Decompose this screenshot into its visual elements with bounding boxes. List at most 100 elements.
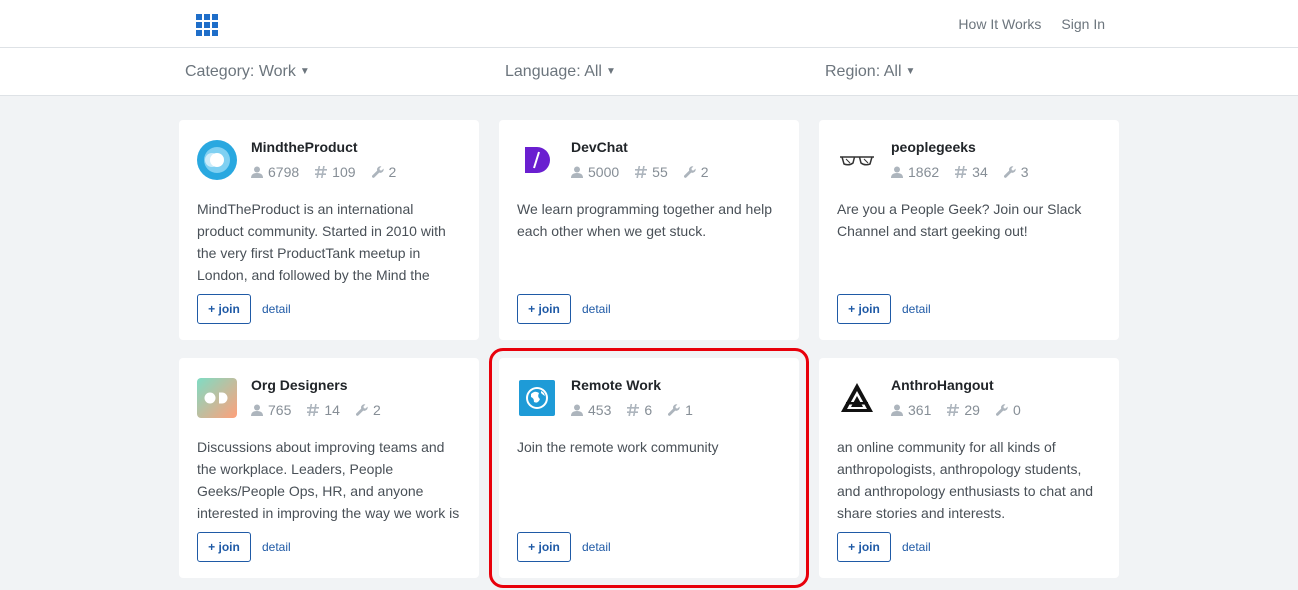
card-stats: 6798 109 2	[251, 164, 396, 180]
channels-stat: 109	[315, 164, 356, 180]
community-card: DevChat 5000 55 2 We learn programming t…	[499, 120, 799, 340]
category-filter-label: Category: Work	[185, 63, 296, 80]
integrations-stat: 2	[683, 164, 709, 180]
region-filter-label: Region: All	[825, 63, 902, 80]
join-button[interactable]: + join	[197, 294, 251, 324]
user-icon	[251, 404, 263, 416]
join-button[interactable]: + join	[837, 532, 891, 562]
user-icon	[891, 166, 903, 178]
wrench-icon	[371, 166, 384, 178]
user-icon	[891, 404, 903, 416]
hashtag-icon	[627, 404, 640, 416]
card-description: Join the remote work community	[517, 439, 719, 455]
category-filter[interactable]: Category: Work ▼	[185, 63, 310, 81]
detail-link[interactable]: detail	[262, 302, 291, 316]
card-title[interactable]: peoplegeeks	[891, 139, 976, 155]
integrations-count: 2	[388, 164, 397, 180]
card-stats: 361 29 0	[891, 402, 1021, 418]
members-stat: 5000	[571, 164, 619, 180]
card-stats: 765 14 2	[251, 402, 381, 418]
members-count: 765	[268, 402, 292, 418]
channels-count: 29	[964, 402, 980, 418]
card-title[interactable]: Remote Work	[571, 377, 661, 393]
join-button[interactable]: + join	[517, 294, 571, 324]
top-nav: How It Works Sign In	[958, 16, 1105, 32]
channels-stat: 14	[307, 402, 340, 418]
card-title[interactable]: Org Designers	[251, 377, 347, 393]
members-count: 1862	[908, 164, 940, 180]
wrench-icon	[1003, 166, 1016, 178]
integrations-stat: 0	[995, 402, 1021, 418]
filter-bar: Category: Work ▼ Language: All ▼ Region: A…	[0, 48, 1298, 96]
members-stat: 1862	[891, 164, 939, 180]
devchat-logo-icon	[525, 147, 550, 173]
members-count: 6798	[268, 164, 300, 180]
user-icon	[251, 166, 263, 178]
detail-link[interactable]: detail	[262, 540, 291, 554]
integrations-stat: 1	[668, 402, 693, 418]
integrations-count: 0	[1012, 402, 1021, 418]
detail-link[interactable]: detail	[582, 302, 611, 316]
wrench-icon	[668, 404, 680, 416]
card-stats: 453 6 1	[571, 402, 693, 418]
channels-stat: 55	[635, 164, 668, 180]
language-filter[interactable]: Language: All ▼	[505, 63, 616, 81]
members-stat: 765	[251, 402, 291, 418]
card-title[interactable]: DevChat	[571, 139, 628, 155]
caret-down-icon: ▼	[905, 66, 916, 77]
channels-count: 6	[644, 402, 653, 418]
hashtag-icon	[307, 404, 320, 416]
card-title[interactable]: AnthroHangout	[891, 377, 994, 393]
community-card: AnthroHangout 361 29 0 an online communi…	[819, 358, 1119, 578]
hashtag-icon	[315, 166, 328, 178]
community-card: Org Designers 765 14 2 Discussions about…	[179, 358, 479, 578]
hashtag-icon	[947, 404, 960, 416]
integrations-count: 2	[700, 164, 709, 180]
wrench-icon	[355, 404, 368, 416]
channels-count: 34	[972, 164, 988, 180]
integrations-stat: 3	[1003, 164, 1029, 180]
community-card-remote-work: Remote Work 453 6 1 Join the remote work…	[489, 348, 809, 588]
integrations-count: 1	[685, 402, 693, 418]
language-filter-label: Language: All	[505, 63, 602, 80]
wrench-icon	[995, 404, 1008, 416]
how-it-works-link[interactable]: How It Works	[958, 16, 1041, 32]
channels-count: 55	[652, 164, 668, 180]
integrations-stat: 2	[371, 164, 397, 180]
members-count: 5000	[588, 164, 620, 180]
detail-link[interactable]: detail	[902, 540, 931, 554]
join-button[interactable]: + join	[197, 532, 251, 562]
user-icon	[571, 404, 583, 416]
members-stat: 453	[571, 402, 611, 418]
members-stat: 361	[891, 402, 931, 418]
card-description: We learn programming together and help e…	[517, 201, 773, 239]
detail-link[interactable]: detail	[582, 540, 611, 554]
card-description: an online community for all kinds of ant…	[837, 439, 1094, 521]
grid-logo-icon[interactable]	[196, 14, 218, 36]
integrations-count: 3	[1020, 164, 1029, 180]
wrench-icon	[683, 166, 696, 178]
join-button[interactable]: + join	[517, 532, 571, 562]
channels-stat: 34	[955, 164, 988, 180]
members-stat: 6798	[251, 164, 299, 180]
mindtheproduct-logo-icon	[197, 140, 237, 180]
caret-down-icon: ▼	[299, 66, 310, 77]
channels-stat: 6	[627, 402, 652, 418]
join-button[interactable]: + join	[837, 294, 891, 324]
channels-stat: 29	[947, 402, 980, 418]
members-count: 453	[588, 402, 612, 418]
card-stats: 1862 34 3	[891, 164, 1029, 180]
card-description: MindTheProduct is an international produ…	[197, 201, 446, 283]
hashtag-icon	[955, 166, 968, 178]
members-count: 361	[908, 402, 932, 418]
card-title[interactable]: MindtheProduct	[251, 139, 358, 155]
card-stats: 5000 55 2	[571, 164, 709, 180]
orgdesigners-logo-icon	[197, 378, 237, 418]
sign-in-link[interactable]: Sign In	[1061, 16, 1105, 32]
user-icon	[571, 166, 583, 178]
card-description: Discussions about improving teams and th…	[197, 439, 460, 521]
detail-link[interactable]: detail	[902, 302, 931, 316]
region-filter[interactable]: Region: All ▼	[825, 63, 915, 81]
anthrohangout-logo-icon	[841, 383, 873, 412]
community-card: MindtheProduct 6798 109 2 MindTheProduct…	[179, 120, 479, 340]
